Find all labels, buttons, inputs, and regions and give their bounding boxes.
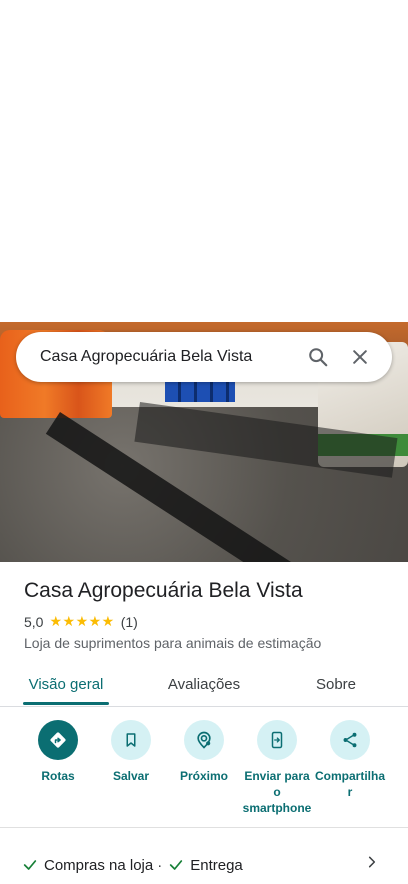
search-query[interactable]: Casa Agropecuária Bela Vista [40, 348, 294, 366]
check-icon [22, 857, 38, 873]
feature-separator: · [157, 856, 163, 874]
chevron-right-icon[interactable] [362, 850, 382, 874]
send-to-phone-button[interactable]: Enviar para o smartphone [237, 720, 317, 816]
blank-area [0, 0, 408, 322]
nearby-button[interactable]: Próximo [164, 720, 244, 784]
feature-in-store: Compras na loja [44, 856, 154, 874]
tab-reviews[interactable]: Avaliações [158, 662, 250, 706]
tab-about[interactable]: Sobre [304, 662, 368, 706]
divider [0, 827, 408, 828]
save-button[interactable]: Salvar [91, 720, 171, 784]
photo-barrels [165, 380, 235, 402]
directions-icon [38, 720, 78, 760]
service-options[interactable]: Compras na loja · Entrega [22, 853, 243, 877]
action-label: Próximo [179, 769, 228, 783]
send-to-phone-icon [257, 720, 297, 760]
review-count: (1) [120, 613, 138, 630]
action-label: Rotas [41, 769, 75, 783]
rating-value: 5,0 [24, 613, 44, 630]
place-title: Casa Agropecuária Bela Vista [24, 579, 303, 602]
share-icon [330, 720, 370, 760]
feature-delivery: Entrega [190, 856, 243, 874]
action-label: Compartilhar [314, 769, 385, 799]
active-tab-indicator [23, 702, 109, 705]
search-bar[interactable]: Casa Agropecuária Bela Vista [16, 332, 392, 382]
action-label: Enviar para o smartphone [242, 769, 312, 815]
action-buttons: Rotas Salvar Próximo Enviar para o smart… [0, 720, 408, 820]
tab-bar: Visão geral Avaliações Sobre [0, 662, 408, 707]
place-category[interactable]: Loja de suprimentos para animais de esti… [24, 635, 321, 651]
rating-row[interactable]: 5,0 ★★★★★ (1) [24, 613, 138, 630]
star-rating: ★★★★★ [49, 613, 115, 629]
bookmark-icon [111, 720, 151, 760]
share-button[interactable]: Compartilhar [310, 720, 390, 800]
action-label: Salvar [112, 769, 150, 783]
tab-overview[interactable]: Visão geral [23, 662, 109, 706]
close-icon[interactable] [342, 339, 378, 375]
directions-button[interactable]: Rotas [18, 720, 98, 784]
nearby-icon [184, 720, 224, 760]
check-icon [168, 857, 184, 873]
search-icon[interactable] [300, 339, 336, 375]
